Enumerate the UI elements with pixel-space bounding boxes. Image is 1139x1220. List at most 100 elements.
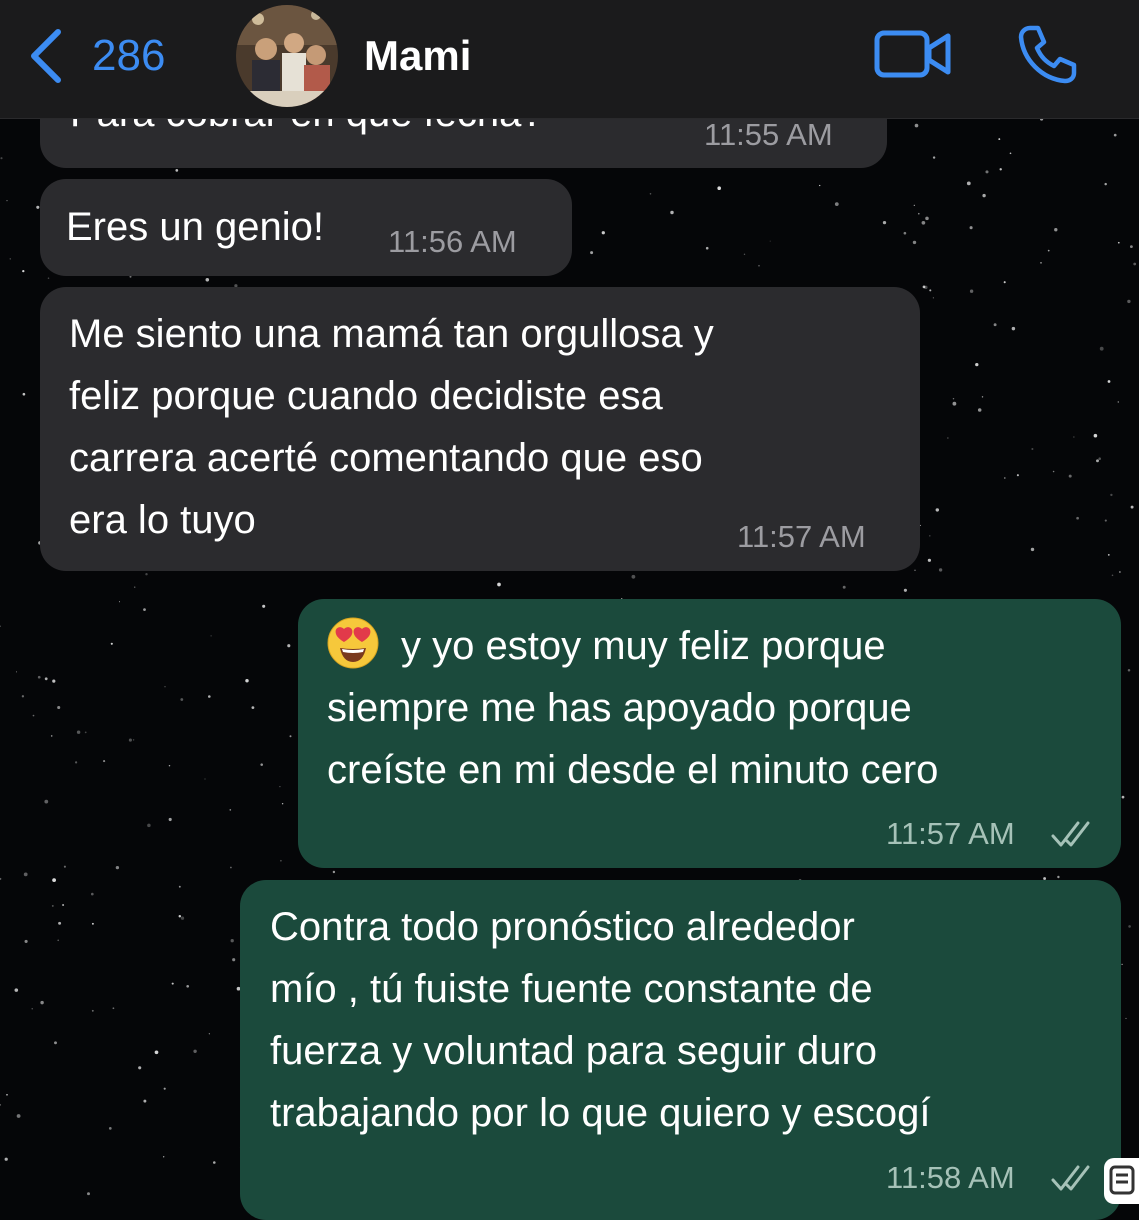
star-dot <box>57 939 59 942</box>
video-call-button[interactable] <box>874 28 952 80</box>
star-dot <box>138 1066 142 1070</box>
list-filter-icon <box>1109 1165 1135 1195</box>
star-dot <box>145 572 148 576</box>
star-dot <box>230 939 234 943</box>
star-dot <box>52 679 56 683</box>
star-dot <box>279 785 281 788</box>
star-dot <box>178 915 182 918</box>
star-dot <box>54 1041 57 1045</box>
message-text: y yo estoy muy feliz porque siempre me h… <box>327 615 938 801</box>
star-dot <box>1111 574 1114 577</box>
star-dot <box>163 1087 166 1090</box>
star-dot <box>919 524 922 526</box>
star-dot <box>232 958 236 962</box>
message-time: 11:57 AM <box>886 816 1015 851</box>
star-dot <box>47 277 50 279</box>
voice-call-button[interactable] <box>1016 24 1078 84</box>
star-dot <box>208 695 211 698</box>
star-dot <box>16 671 17 673</box>
star-dot <box>63 865 66 868</box>
star-dot <box>1057 875 1060 879</box>
star-dot <box>24 939 28 943</box>
star-dot <box>590 251 594 255</box>
star-dot <box>1011 326 1016 331</box>
star-dot <box>6 200 8 202</box>
star-dot <box>1121 963 1123 966</box>
star-dot <box>87 1192 90 1196</box>
star-dot <box>932 297 934 299</box>
read-ticks-icon <box>1051 1165 1090 1191</box>
star-dot <box>834 202 839 206</box>
star-dot <box>932 156 936 159</box>
star-dot <box>1096 459 1099 463</box>
message-bubble-incoming[interactable]: Me siento una mamá tan orgullosa y feliz… <box>40 287 920 571</box>
avatar[interactable] <box>236 5 338 107</box>
star-dot <box>143 1099 147 1103</box>
star-dot <box>914 569 916 571</box>
star-dot <box>32 714 35 717</box>
star-dot <box>1054 228 1058 232</box>
star-dot <box>1104 519 1107 522</box>
message-time: 11:58 AM <box>886 1160 1015 1195</box>
unread-count: 286 <box>92 31 166 80</box>
star-dot <box>22 269 25 273</box>
star-dot <box>0 157 3 160</box>
star-dot <box>0 1104 1 1106</box>
summary-button[interactable] <box>1104 1158 1139 1204</box>
star-dot <box>975 362 979 367</box>
star-dot <box>332 870 336 874</box>
star-dot <box>36 205 40 209</box>
star-dot <box>84 731 87 734</box>
star-dot <box>164 686 166 688</box>
star-dot <box>1107 554 1110 556</box>
star-dot <box>842 585 846 589</box>
star-dot <box>998 138 1001 141</box>
star-dot <box>1099 346 1104 351</box>
star-dot <box>1130 505 1134 509</box>
star-dot <box>204 778 206 780</box>
message-bubble-outgoing[interactable]: y yo estoy muy feliz porque siempre me h… <box>298 599 1121 868</box>
star-dot <box>118 601 121 603</box>
star-dot <box>52 878 56 882</box>
chat-header: 286 Mami <box>0 0 1139 119</box>
star-dot <box>91 1009 94 1012</box>
message-bubble-outgoing[interactable]: Contra todo pronóstico alrededor mío , t… <box>240 880 1121 1220</box>
star-dot <box>952 397 955 400</box>
star-dot <box>51 904 54 907</box>
star-dot <box>913 204 915 206</box>
chevron-left-icon <box>31 29 61 83</box>
phone-icon <box>1018 25 1077 84</box>
contact-name[interactable]: Mami <box>364 30 471 82</box>
message-time: 11:55 AM <box>704 117 833 152</box>
message-bubble-incoming[interactable]: Eres un genio! 11:56 AM <box>40 179 572 276</box>
star-dot <box>1113 133 1117 137</box>
star-dot <box>497 582 501 587</box>
star-dot <box>128 738 132 742</box>
star-dot <box>132 739 135 741</box>
star-dot <box>163 1156 165 1158</box>
star-dot <box>37 675 41 679</box>
avatar-photo <box>236 5 338 107</box>
star-dot <box>1128 925 1131 928</box>
star-dot <box>281 802 284 805</box>
star-dot <box>57 705 61 710</box>
star-dot <box>1119 571 1121 573</box>
star-dot <box>205 278 210 282</box>
star-dot <box>62 903 65 907</box>
star-dot <box>168 817 172 822</box>
star-dot <box>76 730 81 734</box>
message-text: Me siento una mamá tan orgullosa y feliz… <box>69 312 714 542</box>
back-button[interactable]: 286 <box>26 26 165 86</box>
star-dot <box>929 535 931 537</box>
star-dot <box>9 258 11 260</box>
star-dot <box>1110 493 1113 497</box>
star-dot <box>705 246 709 250</box>
star-dot <box>993 323 997 327</box>
star-dot <box>129 275 132 278</box>
star-dot <box>22 392 26 396</box>
star-dot <box>1030 547 1035 552</box>
heart-eyes-emoji <box>327 617 379 669</box>
star-dot <box>938 568 943 572</box>
star-dot <box>903 588 907 592</box>
star-dot <box>1016 474 1019 477</box>
